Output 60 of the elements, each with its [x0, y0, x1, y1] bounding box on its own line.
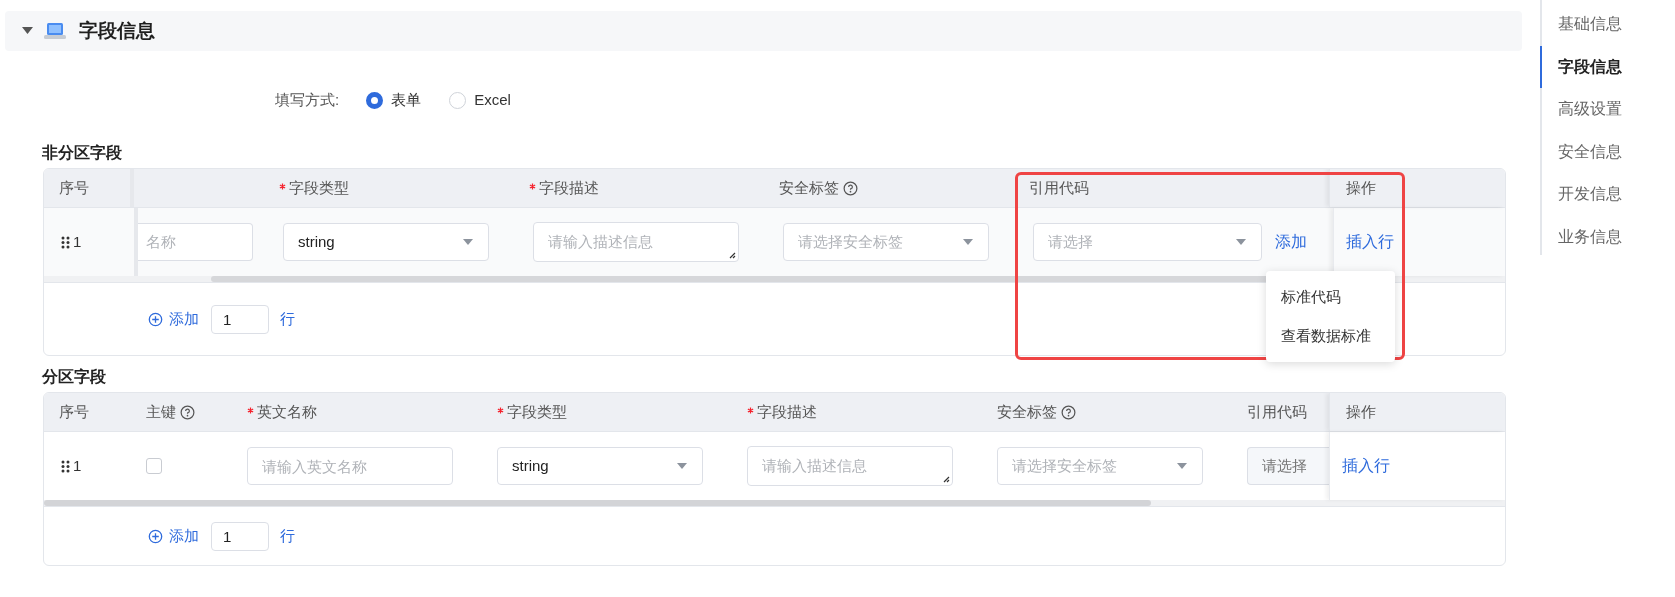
row-count-field[interactable]: 1 — [211, 521, 269, 551]
column-header: 字段描述 — [757, 401, 817, 422]
column-header: 字段描述 — [539, 177, 599, 198]
row-count-field[interactable]: 1 — [211, 304, 269, 334]
menu-item[interactable]: 查看数据标准 — [1266, 316, 1395, 356]
select-field[interactable]: 请选择 — [1247, 447, 1329, 485]
row-number: 1 — [73, 231, 82, 252]
column-header: 操作 — [1346, 401, 1376, 422]
plus-circle-icon — [148, 311, 163, 327]
add-button[interactable]: 添加 — [148, 307, 199, 331]
column-header: 安全标签 — [997, 401, 1057, 422]
scrollbar[interactable] — [44, 500, 1151, 506]
section-title: 字段信息 — [79, 18, 155, 43]
anchor-link[interactable]: 安全信息 — [1540, 130, 1675, 173]
column-header: 序号 — [59, 177, 89, 198]
table-title: 分区字段 — [42, 367, 106, 387]
fill-mode-label: 填写方式: — [275, 89, 340, 110]
anchor-link[interactable]: 高级设置 — [1540, 88, 1675, 131]
anchor-link[interactable]: 基础信息 — [1540, 3, 1675, 46]
input-field[interactable]: 请输入英文名称 — [247, 447, 453, 485]
column-header: 引用代码 — [1029, 177, 1089, 198]
caret-icon — [962, 238, 974, 246]
radio-option[interactable]: Excel — [449, 88, 511, 112]
insert-row-link[interactable]: 插入行 — [1346, 230, 1394, 254]
menu-item[interactable]: 标准代码 — [1266, 277, 1395, 317]
column-header: 英文名称 — [257, 401, 317, 422]
column-header: 字段类型 — [507, 401, 567, 422]
caret-icon — [462, 238, 474, 246]
row-number: 1 — [73, 455, 82, 476]
column-header: 序号 — [59, 401, 89, 422]
row-unit: 行 — [280, 308, 295, 329]
column-header: 安全标签 — [779, 177, 839, 198]
resize-handle-icon[interactable] — [943, 476, 950, 483]
resize-handle-icon[interactable] — [729, 252, 736, 259]
caret-icon — [1176, 462, 1188, 470]
laptop-icon — [44, 22, 66, 40]
table-title: 非分区字段 — [42, 143, 122, 163]
column-header: 引用代码 — [1247, 401, 1307, 422]
add-button[interactable]: 添加 — [148, 524, 199, 548]
row-unit: 行 — [280, 525, 295, 546]
radio-option[interactable]: 表单 — [366, 88, 422, 112]
column-header: 操作 — [1346, 177, 1376, 198]
column-header: 字段类型 — [289, 177, 349, 198]
anchor-link[interactable]: 字段信息 — [1540, 45, 1675, 88]
plus-circle-icon — [148, 528, 163, 544]
caret-icon — [1235, 238, 1247, 246]
column-header: 主键 — [146, 401, 176, 422]
drag-handle-icon[interactable] — [61, 459, 70, 473]
anchor-link[interactable]: 开发信息 — [1540, 173, 1675, 216]
select-field[interactable]: string — [497, 447, 703, 485]
radio-icon[interactable] — [366, 91, 384, 109]
drag-handle-icon[interactable] — [61, 235, 70, 249]
add-link[interactable]: 添加 — [1275, 230, 1307, 254]
checkbox[interactable] — [146, 458, 162, 474]
section-header[interactable]: 字段信息 — [5, 11, 1522, 51]
caret-icon — [676, 462, 688, 470]
select-field[interactable]: string — [283, 223, 489, 261]
insert-row-link[interactable]: 插入行 — [1342, 454, 1390, 478]
anchor-link[interactable]: 业务信息 — [1540, 215, 1675, 258]
collapse-caret-icon[interactable] — [22, 27, 33, 35]
